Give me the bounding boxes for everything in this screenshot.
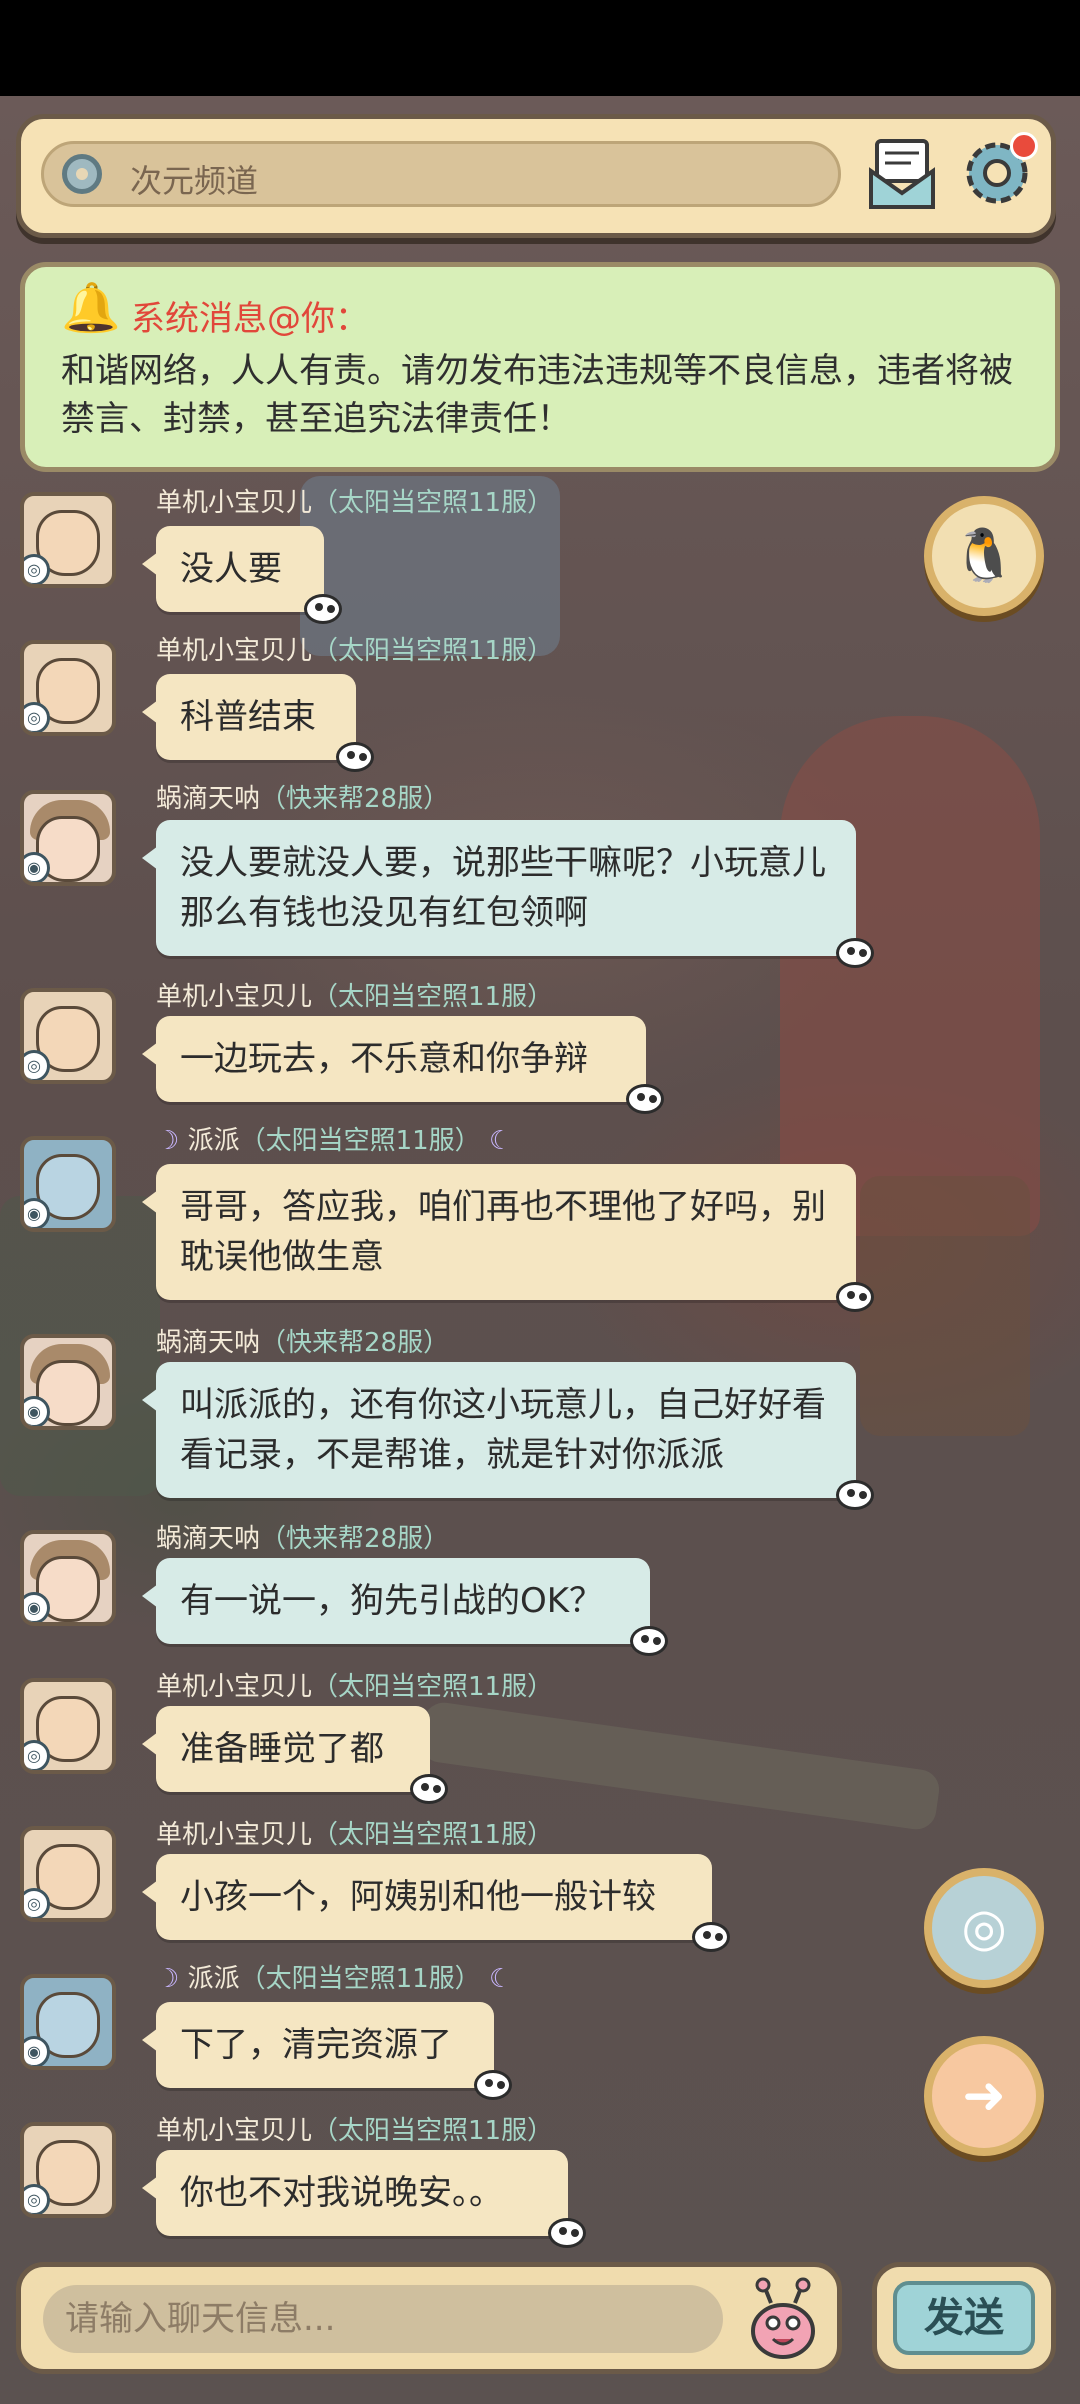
portal-icon: ◎	[961, 1898, 1007, 1958]
speech-icon	[548, 2218, 586, 2248]
chat-bubble[interactable]: 你也不对我说晚安。。	[142, 2150, 586, 2248]
notification-dot	[1010, 132, 1038, 160]
status-bar	[0, 0, 1080, 96]
sender-name: 蜗滴天呐（快来帮28服）	[156, 784, 450, 814]
avatar[interactable]: ◉	[20, 1136, 116, 1232]
system-message-body: 和谐网络，人人有责。请勿发布违法违规等不良信息，违者将被禁言、封禁，甚至追究法律…	[61, 351, 1013, 439]
sender-name: ☽ 派派（太阳当空照11服） ☾	[156, 1964, 513, 1994]
moon-icon: ☽	[156, 1964, 188, 1994]
channel-icon	[62, 154, 102, 194]
channel-header: 次元频道	[16, 114, 1056, 238]
sender-name: 单机小宝贝儿（太阳当空照11服）	[156, 1672, 554, 1702]
avatar[interactable]: ◎	[20, 492, 116, 588]
avatar[interactable]: ◉	[20, 1334, 116, 1430]
chat-bubble[interactable]: 下了，清完资源了	[142, 2002, 512, 2100]
system-message-banner: 🔔 系统消息@你： 和谐网络，人人有责。请勿发布违法违规等不良信息，违者将被禁言…	[20, 262, 1060, 472]
avatar[interactable]: ◉	[20, 790, 116, 886]
sender-name: 单机小宝贝儿（太阳当空照11服）	[156, 982, 554, 1012]
speech-icon	[836, 938, 874, 968]
arrow-right-icon: ➜	[962, 2066, 1006, 2126]
avatar[interactable]: ◎	[20, 2122, 116, 2218]
avatar[interactable]: ◉	[20, 1974, 116, 2070]
avatar-badge-icon: ◎	[24, 2184, 50, 2214]
bridge-decoration	[418, 1700, 942, 1832]
send-button-label: 发送	[893, 2281, 1035, 2355]
next-arrow-button[interactable]: ➜	[924, 2036, 1044, 2156]
chat-bubble[interactable]: 有一说一，狗先引战的OK？	[142, 1558, 668, 1656]
avatar-badge-icon: ◉	[24, 1592, 50, 1622]
speech-icon	[692, 1922, 730, 1952]
sender-name: 蜗滴天呐（快来帮28服）	[156, 1328, 450, 1358]
bell-icon: 🔔	[61, 280, 121, 336]
avatar-badge-icon: ◉	[24, 2036, 50, 2066]
mail-icon[interactable]	[867, 137, 937, 211]
avatar-badge-icon: ◎	[24, 702, 50, 732]
system-message-title: 系统消息@你：	[131, 299, 369, 339]
avatar-badge-icon: ◎	[24, 1888, 50, 1918]
send-button[interactable]: 发送	[872, 2262, 1056, 2374]
speech-icon	[336, 742, 374, 772]
safe-decoration	[860, 1176, 1030, 1436]
channel-title: 次元频道	[130, 162, 259, 200]
chat-bubble[interactable]: 没人要	[142, 526, 342, 624]
speech-icon	[474, 2070, 512, 2100]
sender-name: 单机小宝贝儿（太阳当空照11服）	[156, 636, 554, 666]
moon-icon: ☾	[480, 1126, 513, 1156]
avatar-badge-icon: ◉	[24, 852, 50, 882]
chat-bubble[interactable]: 哥哥，答应我，咱们再也不理他了好吗，别耽误他做生意	[142, 1164, 874, 1312]
snail-emoji-icon[interactable]	[743, 2277, 823, 2361]
avatar[interactable]: ◎	[20, 1678, 116, 1774]
speech-icon	[836, 1282, 874, 1312]
qq-penguin-icon: 🐧	[951, 526, 1017, 586]
qq-button[interactable]: 🐧	[924, 496, 1044, 616]
speech-icon	[630, 1626, 668, 1656]
avatar[interactable]: ◎	[20, 640, 116, 736]
rocket-house-decoration	[780, 716, 1040, 1236]
channel-selector[interactable]: 次元频道	[41, 141, 841, 207]
chat-bubble[interactable]: 一边玩去，不乐意和你争辩	[142, 1016, 664, 1114]
avatar[interactable]: ◉	[20, 1530, 116, 1626]
chat-bubble[interactable]: 小孩一个，阿姨别和他一般计较	[142, 1854, 730, 1952]
avatar[interactable]: ◎	[20, 988, 116, 1084]
chat-input[interactable]	[43, 2285, 723, 2353]
speech-icon	[410, 1774, 448, 1804]
chat-bubble[interactable]: 没人要就没人要，说那些干嘛呢？小玩意儿那么有钱也没见有红包领啊	[142, 820, 874, 968]
avatar[interactable]: ◎	[20, 1826, 116, 1922]
chat-bubble[interactable]: 准备睡觉了都	[142, 1706, 448, 1804]
moon-icon: ☽	[156, 1126, 188, 1156]
speech-icon	[626, 1084, 664, 1114]
speech-icon	[836, 1480, 874, 1510]
moon-icon: ☾	[480, 1964, 513, 1994]
sender-name: ☽ 派派（太阳当空照11服） ☾	[156, 1126, 513, 1156]
speech-icon	[304, 594, 342, 624]
avatar-badge-icon: ◉	[24, 1396, 50, 1426]
avatar-badge-icon: ◉	[24, 1198, 50, 1228]
sender-name: 单机小宝贝儿（太阳当空照11服）	[156, 488, 554, 518]
chat-input-bar	[16, 2262, 842, 2374]
portal-button[interactable]: ◎	[924, 1868, 1044, 1988]
avatar-badge-icon: ◎	[24, 1740, 50, 1770]
chat-bubble[interactable]: 叫派派的，还有你这小玩意儿，自己好好看看记录，不是帮谁，就是针对你派派	[142, 1362, 874, 1510]
avatar-badge-icon: ◎	[24, 554, 50, 584]
chat-bubble[interactable]: 科普结束	[142, 674, 374, 772]
sender-name: 蜗滴天呐（快来帮28服）	[156, 1524, 450, 1554]
avatar-badge-icon: ◎	[24, 1050, 50, 1080]
sender-name: 单机小宝贝儿（太阳当空照11服）	[156, 2116, 554, 2146]
sender-name: 单机小宝贝儿（太阳当空照11服）	[156, 1820, 554, 1850]
